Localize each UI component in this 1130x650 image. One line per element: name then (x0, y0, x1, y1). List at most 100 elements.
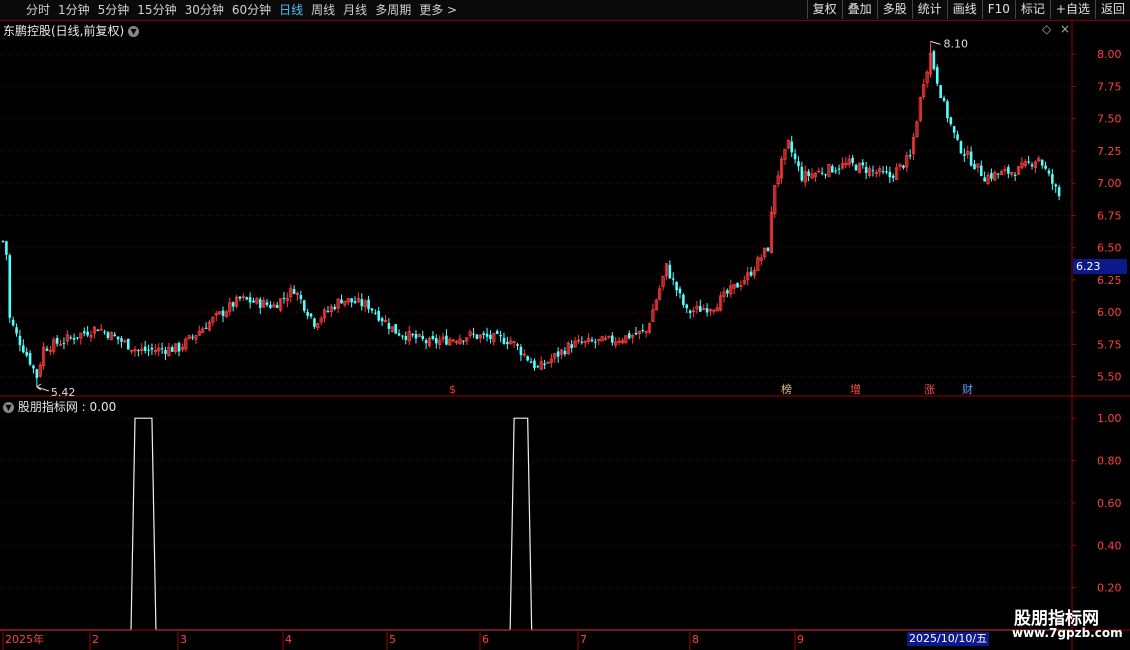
candle-body (265, 302, 269, 305)
candle-body (1027, 161, 1030, 163)
candle-body (495, 330, 499, 334)
candle-body (1051, 174, 1054, 184)
candle-body (570, 344, 573, 349)
candle-body (881, 171, 885, 173)
candle-body (309, 313, 313, 317)
price-tick-label: 8.00 (1097, 48, 1122, 61)
candle-body (292, 289, 296, 294)
candle-body (434, 338, 438, 344)
period-tab-8[interactable]: 月线 (339, 0, 371, 20)
candle-body (62, 342, 66, 344)
candle-body (959, 141, 963, 154)
indicator-tick-label: 0.40 (1097, 539, 1122, 552)
candle-body (113, 334, 117, 337)
period-tab-10[interactable]: 更多 > (415, 0, 461, 20)
candle-body (8, 255, 12, 318)
candle-body (790, 141, 794, 153)
tool-button-8[interactable]: 返回 (1094, 0, 1130, 19)
candle-body (611, 335, 614, 343)
candle-body (32, 365, 35, 369)
candle-body (177, 342, 181, 352)
candle-body (191, 336, 194, 338)
candle-body (766, 247, 770, 252)
candle-body (502, 337, 506, 344)
candle-body (126, 338, 130, 350)
candle-body (820, 172, 824, 174)
x-tick-label: 2 (92, 633, 99, 646)
watermark-url: www.7gpzb.com (1012, 626, 1123, 640)
candle-body (533, 360, 536, 369)
candle-body (952, 126, 956, 133)
period-tab-6[interactable]: 日线 (275, 0, 307, 20)
candle-body (350, 298, 353, 303)
period-tab-0[interactable]: 分时 (22, 0, 54, 20)
candle-body (353, 301, 357, 304)
candle-body (35, 369, 39, 379)
candle-body (360, 299, 364, 307)
chevron-down-icon[interactable]: ▼ (3, 402, 14, 413)
tool-button-1[interactable]: 叠加 (841, 0, 877, 19)
tool-button-2[interactable]: 多股 (876, 0, 912, 19)
candle-body (963, 154, 966, 156)
indicator-tick-label: 0.20 (1097, 582, 1122, 595)
high-label: 8.10 (943, 37, 968, 50)
period-tab-5[interactable]: 60分钟 (228, 0, 275, 20)
tool-button-4[interactable]: 画线 (946, 0, 982, 19)
axes: 8.00 7.75 7.50 7.25 7.00 6.75 6.50 6.25 6.00 5.75… (0, 21, 1130, 650)
period-tab-3[interactable]: 15分钟 (133, 0, 180, 20)
period-tab-9[interactable]: 多周期 (371, 0, 415, 20)
x-tick-label: 8 (692, 633, 699, 646)
candle-body (1047, 170, 1051, 174)
candle-body (5, 241, 8, 255)
candle-body (864, 167, 868, 174)
price-tick-label: 6.75 (1097, 209, 1122, 222)
candle-body (15, 327, 18, 334)
candle-body (306, 311, 309, 316)
period-tab-1[interactable]: 1分钟 (54, 0, 94, 20)
price-tick-label: 5.75 (1097, 338, 1122, 351)
candle-body (885, 171, 888, 173)
close-icon[interactable]: × (1060, 22, 1070, 36)
price-tick-label: 7.25 (1097, 145, 1122, 158)
candle-body (861, 162, 865, 166)
candle-body (797, 161, 800, 167)
candle-body (414, 333, 418, 339)
price-tick-label: 7.00 (1097, 177, 1122, 190)
candle-body (699, 306, 702, 312)
candle-body (282, 298, 286, 300)
candle-body (482, 333, 485, 335)
chevron-down-icon[interactable]: ▼ (128, 26, 140, 37)
period-tab-2[interactable]: 5分钟 (94, 0, 134, 20)
candle-body (96, 329, 100, 332)
chart-area[interactable]: 8.00 7.75 7.50 7.25 7.00 6.75 6.50 6.25 6.00 5.75… (0, 21, 1130, 650)
candle-body (1044, 165, 1047, 169)
tool-button-0[interactable]: 复权 (806, 0, 842, 19)
candle-body (25, 351, 28, 356)
tool-button-7[interactable]: +自选 (1049, 0, 1095, 19)
candle-body (367, 299, 370, 310)
candle-body (946, 101, 949, 119)
candle-body (326, 311, 330, 313)
price-tick-label: 6.50 (1097, 242, 1122, 255)
candle-body (120, 338, 123, 342)
candle-body (956, 134, 959, 140)
candle-body (675, 281, 678, 291)
period-tab-4[interactable]: 30分钟 (181, 0, 228, 20)
x-tick-label: 5 (389, 633, 396, 646)
candle-body (170, 347, 174, 352)
price-tick-label: 5.50 (1097, 371, 1122, 384)
candle-body (22, 345, 25, 353)
tool-button-3[interactable]: 统计 (911, 0, 947, 19)
tool-button-6[interactable]: 标记 (1014, 0, 1050, 19)
event-marker: 榜 (781, 382, 792, 396)
candle-body (147, 349, 150, 351)
candle-body (72, 337, 76, 340)
tool-button-5[interactable]: F10 (981, 0, 1015, 19)
candle-body (979, 165, 983, 177)
event-marker: 增 (850, 382, 861, 396)
candle-body (1007, 167, 1010, 174)
period-tab-7[interactable]: 周线 (307, 0, 339, 20)
diamond-icon[interactable]: ◇ (1042, 22, 1051, 36)
candle-body (888, 171, 892, 178)
price-tick-label: 7.75 (1097, 80, 1122, 93)
